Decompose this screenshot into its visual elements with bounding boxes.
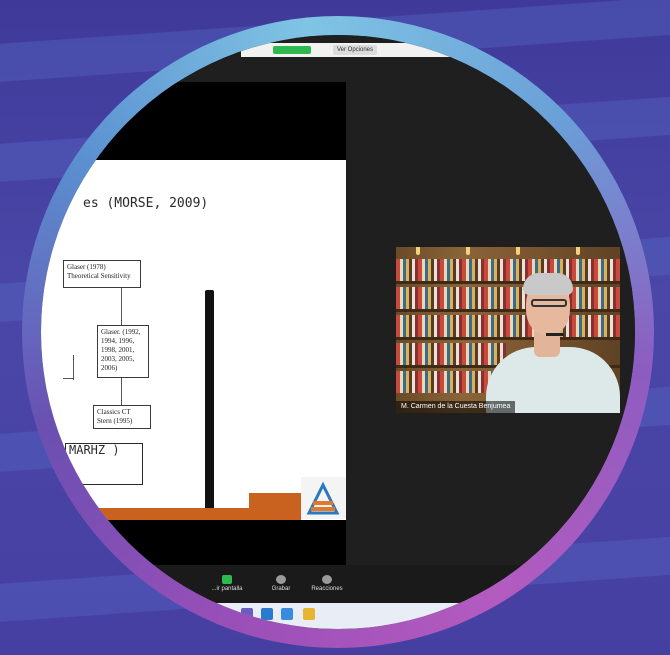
bookshelf-row [396,343,506,365]
bookshelf-row [396,371,496,393]
handwritten-note: MARHZ ) [69,443,120,457]
document-box: Glaser. (1992, 1994, 1996, 1998, 2001, 2… [97,325,149,378]
shelf [396,337,620,340]
screen-share-toolbar: Ver Opciones [241,43,541,57]
record-label: Grabar [271,586,291,592]
zoom-meeting-window: Ver Opciones es (MORSE, 2009) Glaser (19… [41,35,635,629]
document-box: Classics CT Stern (1995) [93,405,151,429]
taskbar-app-icon[interactable] [261,608,273,620]
ceiling-lamp [576,247,580,255]
participant-video-tile[interactable]: M. Carmen de la Cuesta Benjumea [396,247,620,413]
ceiling-lamp [516,247,520,255]
document-handwritten-heading: es (MORSE, 2009) [83,196,209,211]
shared-screen-top-letterbox [41,82,346,160]
taskbar-app-icon[interactable] [281,608,293,620]
share-screen-button[interactable]: ...ir pantalla [197,575,257,592]
bookshelf-row [396,287,620,309]
reactions-icon [322,575,332,584]
connector-line [63,378,73,379]
ceiling-lamp [416,247,420,255]
headset-microphone [546,333,564,336]
decorative-orange-bar [41,508,301,520]
windows-taskbar [41,603,635,629]
shelf [396,281,620,284]
reactions-label: Reacciones [311,586,343,592]
ceiling-lamp [466,247,470,255]
participant-name-label: M. Carmen de la Cuesta Benjumea [396,401,516,413]
participant-hair [523,273,573,295]
taskbar-app-icon[interactable] [241,608,253,620]
share-screen-label: ...ir pantalla [211,586,243,592]
meeting-controls-bar: ...ir pantalla Grabar Reacciones [41,565,635,603]
logo-icon [301,477,346,519]
shared-document: es (MORSE, 2009) Glaser (1978) Theoretic… [41,160,346,622]
sharing-indicator[interactable] [273,46,311,54]
bookshelf-row [396,259,620,281]
participant-glasses [531,299,567,307]
share-screen-icon [222,575,232,584]
folder-icon[interactable] [303,608,315,620]
shelf [396,309,620,312]
bookshelf-row [396,315,620,337]
circular-screenshot: Ver Opciones es (MORSE, 2009) Glaser (19… [41,35,635,629]
shared-screen-bottom-letterbox [41,520,346,565]
connector-line [73,355,74,380]
view-options-button[interactable]: Ver Opciones [333,45,378,55]
decorative-orange-block [249,493,301,508]
document-handwritten-box: MARHZ ) [65,443,143,485]
reactions-button[interactable]: Reacciones [297,575,357,592]
record-icon [276,575,286,584]
document-box: Glaser (1978) Theoretical Sensitivity [63,260,141,288]
